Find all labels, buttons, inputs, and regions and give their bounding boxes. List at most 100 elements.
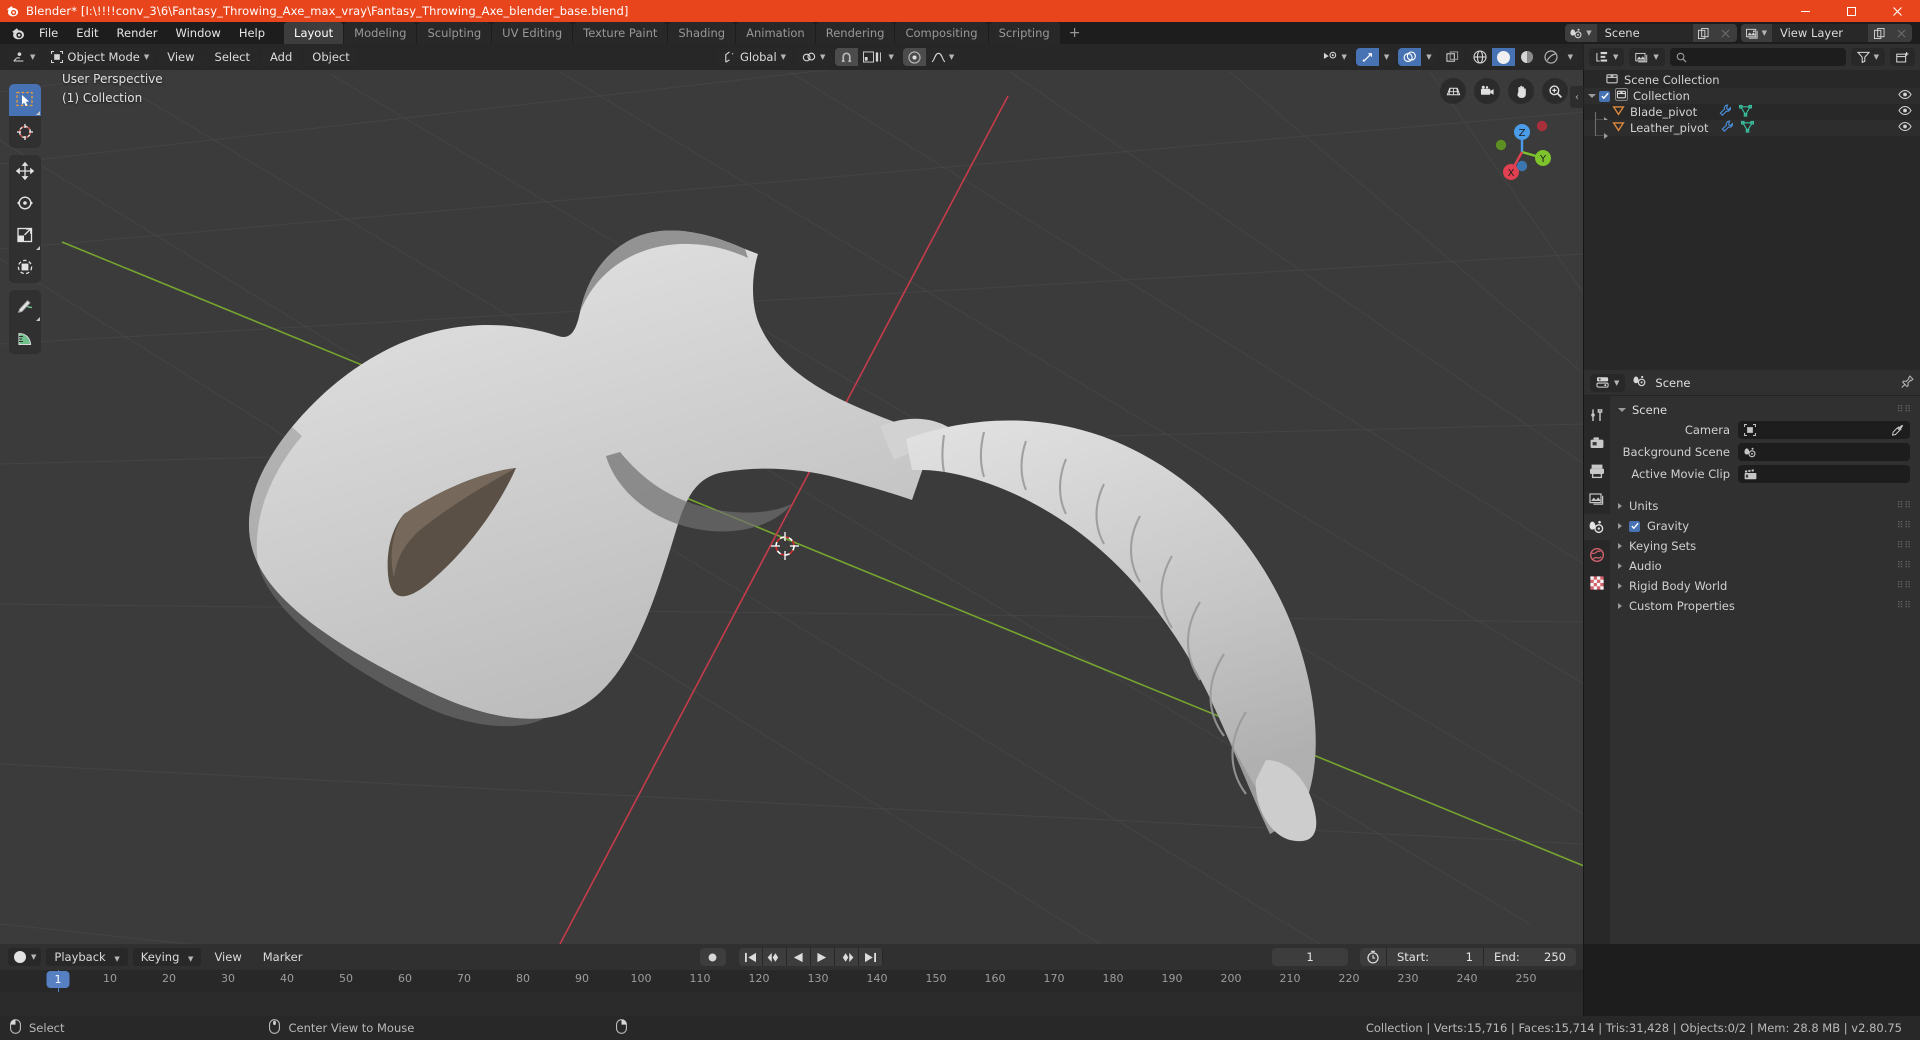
tab-sculpting[interactable]: Sculpting xyxy=(417,22,492,44)
collection-visibility-eye-icon[interactable] xyxy=(1898,89,1912,103)
new-view-layer-button[interactable] xyxy=(1868,24,1890,42)
menu-file[interactable]: File xyxy=(30,24,67,42)
output-tab[interactable] xyxy=(1584,458,1610,484)
overlay-options-dropdown[interactable]: ▼ xyxy=(1421,48,1436,66)
menu-render[interactable]: Render xyxy=(108,24,167,42)
view-layer-icon[interactable]: ▼ xyxy=(1740,24,1772,42)
proportional-falloff-selector[interactable]: ▼ xyxy=(926,48,959,66)
collection-expand-icon[interactable] xyxy=(1584,94,1599,98)
timeline-menu-marker[interactable]: Marker xyxy=(255,948,311,966)
scene-tab[interactable] xyxy=(1584,514,1610,540)
blade-pivot-mesh-data-icon[interactable] xyxy=(1739,104,1753,120)
camera-field[interactable] xyxy=(1738,421,1910,439)
current-frame-field[interactable]: 1 xyxy=(1272,948,1348,966)
keying-sets-panel-header[interactable]: Keying Sets ⠿⠿ xyxy=(1610,536,1920,556)
camera-eyedropper-icon[interactable] xyxy=(1891,421,1904,440)
toggle-xray-button[interactable] xyxy=(1441,48,1464,66)
tweak-select-box-tool[interactable] xyxy=(9,84,41,116)
editor-type-selector[interactable]: ▼ xyxy=(6,48,42,66)
view-layer-name[interactable]: View Layer xyxy=(1772,24,1868,42)
timeline-track-area[interactable]: ‹ › xyxy=(0,992,1584,1040)
outliner-search-input[interactable] xyxy=(1669,48,1846,66)
render-tab[interactable] xyxy=(1584,430,1610,456)
scene-panel-expand-icon[interactable] xyxy=(1618,408,1626,412)
end-frame-field[interactable]: End: 250 xyxy=(1484,948,1576,966)
jump-to-start-button[interactable] xyxy=(738,948,762,966)
viewport-menu-add[interactable]: Add xyxy=(262,48,301,66)
auto-keying-record-button[interactable] xyxy=(699,948,726,966)
jump-to-end-button[interactable] xyxy=(858,948,882,966)
outliner-filter-button[interactable]: ▼ xyxy=(1850,48,1885,66)
outliner-row-scene-collection[interactable]: Scene Collection xyxy=(1584,72,1920,88)
texture-tab[interactable] xyxy=(1584,570,1610,596)
proportional-edit-toggle[interactable] xyxy=(902,48,926,66)
playhead-label[interactable]: 1 xyxy=(46,971,70,988)
play-button[interactable] xyxy=(810,948,834,966)
scene-panel-header[interactable]: Scene ⠿⠿ xyxy=(1610,400,1920,420)
maximize-button[interactable] xyxy=(1828,0,1874,22)
active-movie-clip-field[interactable] xyxy=(1738,465,1910,483)
tab-animation[interactable]: Animation xyxy=(736,22,815,44)
pin-icon[interactable] xyxy=(1901,373,1914,392)
scale-tool[interactable] xyxy=(9,219,41,251)
leather-pivot-modifier-wrench-icon[interactable] xyxy=(1721,120,1734,136)
show-overlays-toggle[interactable] xyxy=(1398,48,1422,66)
properties-editor-type-selector[interactable]: ▼ xyxy=(1590,373,1626,392)
outliner-row-collection[interactable]: Collection xyxy=(1584,88,1920,104)
timeline-menu-view[interactable]: View xyxy=(206,948,249,966)
cursor-tool[interactable] xyxy=(9,116,41,148)
interaction-mode-selector[interactable]: Object Mode ▼ xyxy=(45,48,156,66)
start-frame-field[interactable]: Start: 1 xyxy=(1387,948,1483,966)
timeline-editor-type-selector[interactable]: ▼ xyxy=(8,948,42,966)
tab-scripting[interactable]: Scripting xyxy=(988,22,1060,44)
tab-rendering[interactable]: Rendering xyxy=(815,22,895,44)
gravity-checkbox[interactable] xyxy=(1629,520,1640,532)
shading-solid-button[interactable] xyxy=(1491,48,1515,66)
annotate-tool[interactable] xyxy=(9,290,41,322)
audio-panel-header[interactable]: Audio ⠿⠿ xyxy=(1610,556,1920,576)
add-workspace-button[interactable]: + xyxy=(1061,22,1089,44)
scene-icon[interactable]: ▼ xyxy=(1565,24,1597,42)
viewport-menu-select[interactable]: Select xyxy=(206,48,259,66)
snap-type-selector[interactable]: ▼ xyxy=(858,48,898,66)
outliner-display-mode-selector[interactable]: ▼ xyxy=(1629,48,1665,66)
camera-view-icon[interactable] xyxy=(1474,78,1500,104)
zoom-view-icon[interactable] xyxy=(1542,78,1568,104)
blade-pivot-visibility-eye-icon[interactable] xyxy=(1898,105,1912,119)
tab-texture-paint[interactable]: Texture Paint xyxy=(573,22,668,44)
jump-to-next-keyframe-button[interactable] xyxy=(834,948,858,966)
scene-name[interactable]: Scene xyxy=(1597,24,1693,42)
background-scene-field[interactable] xyxy=(1738,443,1910,461)
snap-magnet-toggle[interactable] xyxy=(835,48,859,66)
custom-properties-panel-header[interactable]: Custom Properties ⠿⠿ xyxy=(1610,596,1920,616)
rigid-body-world-panel-header[interactable]: Rigid Body World ⠿⠿ xyxy=(1610,576,1920,596)
snapping-target-selector[interactable]: ▼ xyxy=(796,48,832,66)
timeline-menu-playback[interactable]: Playback ▼ xyxy=(46,948,128,966)
leather-pivot-mesh-data-icon[interactable] xyxy=(1740,120,1754,136)
show-gizmo-toggle[interactable] xyxy=(1355,48,1379,66)
toggle-camera-perspective-icon[interactable] xyxy=(1440,78,1466,104)
remove-view-layer-button[interactable] xyxy=(1890,24,1912,42)
tab-shading[interactable]: Shading xyxy=(668,22,736,44)
units-panel-header[interactable]: Units ⠿⠿ xyxy=(1610,496,1920,516)
measure-tool[interactable] xyxy=(9,322,41,354)
panel-divider-vertical[interactable] xyxy=(1583,44,1584,1016)
menu-help[interactable]: Help xyxy=(230,24,274,42)
move-tool[interactable] xyxy=(9,155,41,187)
transform-orientation-selector[interactable]: Global ▼ xyxy=(716,48,793,66)
tab-modeling[interactable]: Modeling xyxy=(344,22,417,44)
timeline-ruler[interactable]: 1 10 20 30 40 50 60 70 80 90 100 110 120… xyxy=(0,970,1584,1016)
rotate-tool[interactable] xyxy=(9,187,41,219)
shading-rendered-button[interactable] xyxy=(1539,48,1563,66)
close-button[interactable] xyxy=(1874,0,1920,22)
blade-pivot-modifier-wrench-icon[interactable] xyxy=(1719,104,1732,120)
gravity-panel-header[interactable]: Gravity ⠿⠿ xyxy=(1610,516,1920,536)
auto-keyframe-icon[interactable] xyxy=(1360,948,1386,966)
pan-view-icon[interactable] xyxy=(1508,78,1534,104)
jump-to-prev-keyframe-button[interactable] xyxy=(762,948,786,966)
menu-edit[interactable]: Edit xyxy=(67,24,107,42)
collection-checkbox[interactable] xyxy=(1599,90,1610,102)
menu-window[interactable]: Window xyxy=(166,24,229,42)
outliner-row-blade-pivot[interactable]: Blade_pivot xyxy=(1584,104,1920,123)
panel-drag-dots[interactable]: ⠿⠿ xyxy=(1897,405,1912,415)
